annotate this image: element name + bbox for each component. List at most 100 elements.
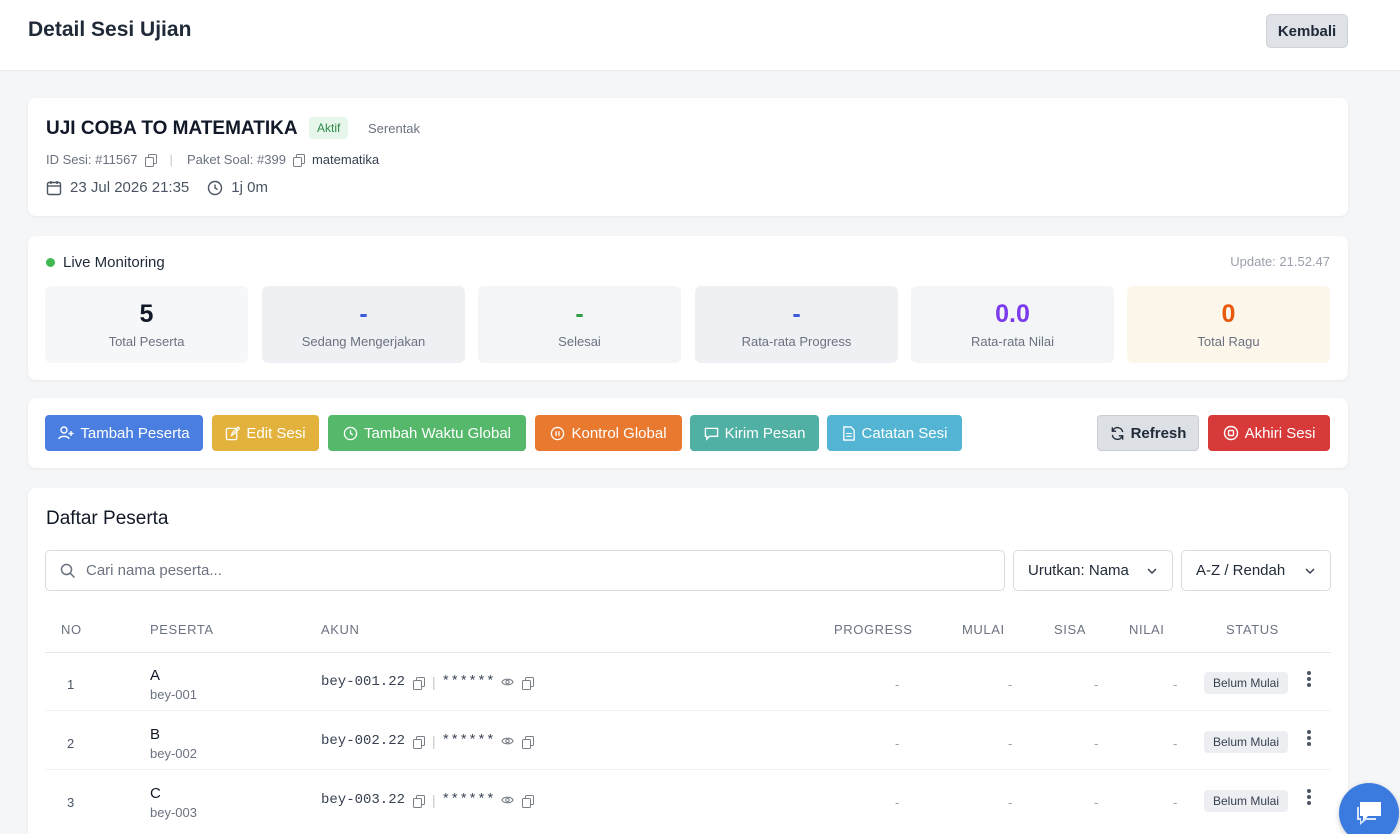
participants-card: Daftar Peserta Urutkan: Nama A-Z / Renda… [28, 488, 1348, 834]
global-control-button[interactable]: Kontrol Global [535, 415, 682, 451]
account-password: ****** [441, 733, 496, 749]
live-monitoring-title: Live Monitoring [63, 254, 165, 271]
more-options-icon[interactable] [1304, 729, 1314, 749]
participant-name: A [150, 667, 161, 684]
status-badge: Aktif [309, 117, 349, 139]
global-control-label: Kontrol Global [571, 424, 667, 442]
session-duration: 1j 0m [231, 179, 268, 196]
participant-username: bey-001 [150, 687, 197, 702]
actions-card: Tambah Peserta Edit Sesi Tambah Waktu Gl… [28, 398, 1348, 468]
stat-value: - [359, 300, 368, 328]
chat-button[interactable] [1339, 783, 1399, 834]
live-monitoring-header: Live Monitoring [46, 254, 165, 271]
session-schedule: 23 Jul 2026 21:35 1j 0m [46, 179, 268, 196]
copy-icon[interactable] [522, 735, 535, 749]
sort-order-value: A-Z / Rendah [1196, 562, 1286, 579]
account-password: ****** [441, 792, 496, 808]
start-value: - [1008, 677, 1013, 692]
row-divider [45, 710, 1331, 711]
status-badge: Belum Mulai [1204, 672, 1289, 694]
stat-label: Total Ragu [1197, 334, 1260, 349]
stat-label: Rata-rata Nilai [970, 334, 1055, 349]
top-bar: Detail Sesi Ujian Kembali [0, 0, 1400, 71]
sort-by-select[interactable]: Urutkan: Nama [1013, 550, 1173, 591]
clock-icon [343, 426, 358, 440]
column-header-no: NO [61, 622, 82, 637]
stat-value: 0.0 [995, 300, 1030, 328]
copy-icon[interactable] [292, 154, 305, 167]
account-username: bey-003.22 [321, 792, 406, 808]
session-duration-group: 1j 0m [207, 179, 268, 196]
row-number: 1 [67, 677, 75, 692]
end-session-button[interactable]: Akhiri Sesi [1208, 415, 1330, 451]
session-date: 23 Jul 2026 21:35 [70, 179, 190, 196]
stat-label: Rata-rata Progress [741, 334, 852, 349]
row-number: 3 [67, 795, 75, 810]
progress-value: - [895, 677, 900, 692]
remaining-value: - [1094, 677, 1099, 692]
progress-value: - [895, 795, 900, 810]
account-password: ****** [441, 674, 496, 690]
copy-icon[interactable] [413, 676, 426, 690]
search-icon [60, 563, 76, 578]
message-icon [704, 427, 718, 441]
session-notes-button[interactable]: Catatan Sesi [827, 415, 962, 451]
live-indicator-icon [46, 258, 55, 267]
participant-name: C [150, 785, 161, 802]
live-monitoring-card: Live Monitoring Update: 21.52.47 5 Total… [28, 236, 1348, 380]
edit-session-label: Edit Sesi [246, 424, 306, 442]
stat-finished: - Selesai [478, 286, 681, 363]
package-name: matematika [311, 152, 380, 167]
copy-icon[interactable] [522, 676, 535, 690]
eye-icon[interactable] [501, 736, 514, 746]
end-session-label: Akhiri Sesi [1244, 424, 1316, 442]
refresh-button[interactable]: Refresh [1097, 415, 1199, 451]
divider: | [432, 733, 436, 749]
account-username: bey-002.22 [321, 733, 406, 749]
add-global-time-button[interactable]: Tambah Waktu Global [328, 415, 526, 451]
calendar-icon [46, 180, 62, 195]
stat-value: 0 [1221, 300, 1236, 328]
score-value: - [1173, 736, 1178, 751]
divider: | [169, 152, 173, 167]
copy-icon[interactable] [144, 154, 157, 167]
more-options-icon[interactable] [1304, 670, 1314, 690]
divider: | [432, 792, 436, 808]
send-message-button[interactable]: Kirim Pesan [690, 415, 819, 451]
stat-in-progress: - Sedang Mengerjakan [262, 286, 465, 363]
more-options-icon[interactable] [1304, 788, 1314, 808]
copy-icon[interactable] [413, 735, 426, 749]
session-meta: ID Sesi: #11567 | Paket Soal: #399 matem… [46, 152, 379, 167]
score-value: - [1173, 795, 1178, 810]
chat-icon [1357, 802, 1381, 825]
column-header-account: AKUN [321, 622, 360, 637]
stat-value: 5 [139, 300, 154, 328]
add-participant-button[interactable]: Tambah Peserta [45, 415, 203, 451]
search-input[interactable] [86, 562, 946, 579]
stat-label: Total Peserta [108, 334, 185, 349]
account-cell: bey-002.22 | ****** [321, 733, 535, 749]
edit-session-button[interactable]: Edit Sesi [212, 415, 319, 451]
copy-icon[interactable] [413, 794, 426, 808]
stat-total-participants: 5 Total Peserta [45, 286, 248, 363]
search-box[interactable] [45, 550, 1005, 591]
update-timestamp: Update: 21.52.47 [1230, 254, 1330, 269]
participant-username: bey-002 [150, 746, 197, 761]
account-username: bey-001.22 [321, 674, 406, 690]
eye-icon[interactable] [501, 677, 514, 687]
package-id: Paket Soal: #399 [186, 152, 286, 167]
back-button[interactable]: Kembali [1266, 14, 1348, 48]
copy-icon[interactable] [522, 794, 535, 808]
add-global-time-label: Tambah Waktu Global [363, 424, 511, 442]
sort-order-select[interactable]: A-Z / Rendah [1181, 550, 1331, 591]
table-row: 2 B bey-002 bey-002.22 | ****** - - - - … [45, 712, 1331, 770]
pause-icon [551, 426, 565, 440]
session-id: ID Sesi: #11567 [46, 152, 138, 167]
add-user-icon [58, 426, 74, 440]
clock-icon [208, 180, 223, 195]
eye-icon[interactable] [501, 795, 514, 805]
account-cell: bey-001.22 | ****** [321, 674, 535, 690]
table-row: 1 A bey-001 bey-001.22 | ****** - - - - … [45, 653, 1331, 711]
column-header-status: STATUS [1226, 622, 1279, 637]
stat-value: - [792, 300, 801, 328]
